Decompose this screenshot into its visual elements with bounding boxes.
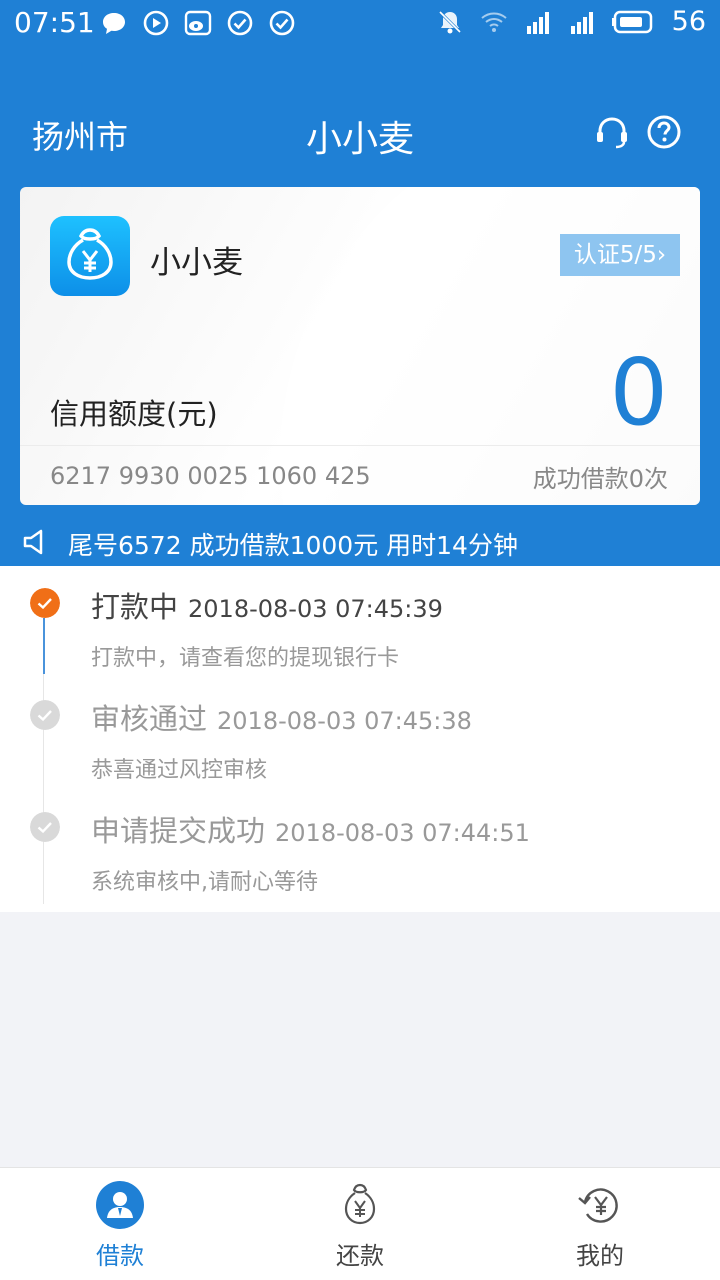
check-circle-icon	[30, 588, 60, 618]
timeline-description: 恭喜通过风控审核	[91, 758, 268, 783]
timeline-step: 审核通过	[91, 702, 208, 736]
credit-limit-value: 0	[609, 339, 668, 446]
bottom-tab-bar: 借款 还款 我的	[0, 1167, 720, 1280]
check-circle-icon	[227, 10, 253, 36]
user-icon	[96, 1181, 144, 1229]
timeline-title: 申请提交成功 2018-08-03 07:44:51	[91, 808, 530, 850]
check-circle-icon	[30, 700, 60, 730]
headset-icon[interactable]	[594, 114, 630, 150]
battery-level: 56	[671, 6, 706, 37]
loan-progress-timeline: 打款中 2018-08-03 07:45:39 打款中，请查看您的提现银行卡 审核…	[0, 566, 720, 912]
announcement-ticker: 尾号6572 成功借款1000元 用时14分钟	[0, 520, 720, 566]
signal-icon	[570, 11, 593, 34]
app-logo	[50, 216, 130, 296]
signal-4g-icon	[526, 11, 549, 34]
certification-label: 认证5/5	[573, 242, 657, 268]
tab-label: 我的	[576, 1242, 624, 1270]
timeline-step: 打款中	[91, 590, 179, 624]
system-icons: 56	[436, 6, 706, 37]
timeline-item: 审核通过 2018-08-03 07:45:38 恭喜通过风控审核	[0, 700, 720, 812]
speaker-icon	[23, 529, 43, 555]
check-circle-icon	[30, 812, 60, 842]
timeline-title: 打款中 2018-08-03 07:45:39	[91, 584, 443, 626]
bank-card-number: 6217 9930 0025 1060 425	[50, 462, 371, 490]
timeline-description: 打款中，请查看您的提现银行卡	[91, 646, 400, 671]
money-bag-icon	[344, 1183, 376, 1225]
refresh-yen-icon	[578, 1188, 618, 1223]
timeline-item: 申请提交成功 2018-08-03 07:44:51 系统审核中,请耐心等待	[0, 812, 720, 924]
app-name: 小小麦	[150, 245, 243, 281]
timeline-time: 2018-08-03 07:45:38	[217, 707, 472, 735]
tab-label: 借款	[96, 1242, 144, 1270]
tab-loan[interactable]: 借款	[0, 1168, 240, 1280]
loan-count: 成功借款0次	[532, 465, 668, 493]
wifi-icon	[480, 12, 507, 32]
status-bar: 07:51 56	[0, 0, 720, 46]
help-icon[interactable]	[646, 114, 682, 150]
check-circle-icon	[269, 10, 295, 36]
timeline-step: 申请提交成功	[91, 814, 266, 848]
announcement-text: 尾号6572 成功借款1000元 用时14分钟	[68, 531, 518, 560]
top-navigation: 扬州市 小小麦	[0, 100, 720, 166]
timeline-description: 系统审核中,请耐心等待	[91, 870, 318, 895]
timeline-title: 审核通过 2018-08-03 07:45:38	[91, 696, 472, 738]
certification-badge[interactable]: 认证5/5›	[560, 234, 680, 276]
battery-icon	[611, 10, 652, 33]
chevron-right-icon: ›	[656, 242, 667, 268]
status-time: 07:51	[14, 6, 95, 39]
message-icon	[103, 13, 125, 34]
weibo-icon	[184, 10, 212, 36]
credit-limit-label: 信用额度(元)	[50, 397, 218, 431]
notification-icons	[100, 9, 296, 37]
tab-repay[interactable]: 还款	[240, 1168, 480, 1280]
credit-card-panel: 小小麦 认证5/5› 信用额度(元) 0 6217 9930 0025 1060…	[20, 187, 700, 505]
timeline-item: 打款中 2018-08-03 07:45:39 打款中，请查看您的提现银行卡	[0, 588, 720, 700]
tab-label: 还款	[336, 1242, 384, 1270]
card-divider	[20, 445, 700, 446]
play-icon	[143, 10, 169, 36]
timeline-time: 2018-08-03 07:45:39	[188, 595, 443, 623]
timeline-time: 2018-08-03 07:44:51	[275, 819, 530, 847]
money-bag-icon	[67, 228, 113, 280]
tab-mine[interactable]: 我的	[480, 1168, 720, 1280]
mute-bell-icon	[438, 10, 461, 33]
